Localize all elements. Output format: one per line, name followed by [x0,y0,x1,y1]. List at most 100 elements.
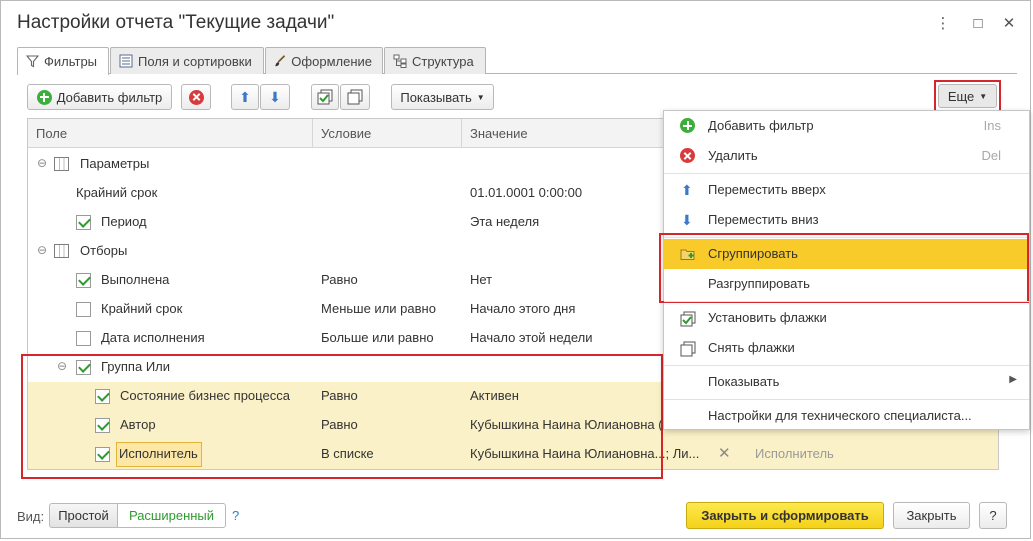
column-header-field[interactable]: Поле [36,126,67,141]
field-condition[interactable]: Больше или равно [321,330,434,345]
column-header-value[interactable]: Значение [470,126,528,141]
menu-item-label: Переместить вверх [708,182,826,197]
field-condition[interactable]: Меньше или равно [321,301,436,316]
or-group-highlight [21,354,663,479]
help-link[interactable]: ? [232,508,239,523]
caret-down-icon: ▼ [979,91,988,101]
menu-item-label: Настройки для технического специалиста..… [708,408,972,423]
menu-item-label: Добавить фильтр [708,118,814,133]
menu-item-delete[interactable]: Удалить Del [664,141,1029,171]
menu-item-label: Переместить вниз [708,212,819,227]
menu-item-move-down[interactable]: ⬇ Переместить вниз [664,205,1029,235]
field-name: Крайний срок [101,301,183,316]
show-dropdown-button[interactable]: Показывать ▼ [391,84,494,110]
close-button[interactable]: Закрыть [893,502,970,529]
delete-button[interactable] [181,84,211,110]
plus-icon [680,118,695,133]
menu-item-label: Удалить [708,148,758,163]
generate-label: Закрыть и сформировать [701,508,869,523]
tab-structure[interactable]: Структура [384,47,486,74]
column-separator [461,119,462,148]
field-value[interactable]: Начало этого дня [470,301,575,316]
tab-label: Поля и сортировки [138,53,252,69]
delete-icon [680,148,695,163]
field-name: Крайний срок [76,185,158,200]
menu-item-check-all[interactable]: Установить флажки [664,303,1029,333]
presentation-placeholder[interactable]: Исполнитель [755,446,834,461]
add-filter-button[interactable]: Добавить фильтр [27,84,172,110]
menu-item-show[interactable]: Показывать ▶ [664,367,1029,397]
menu-separator [664,301,1029,302]
help-button[interactable]: ? [979,502,1007,529]
clear-icon[interactable]: ✕ [718,444,731,462]
row-checkbox[interactable] [76,302,91,317]
tab-filters[interactable]: Фильтры [17,47,109,75]
plus-icon [36,89,52,105]
menu-item-move-up[interactable]: ⬆ Переместить вверх [664,175,1029,205]
uncheck-all-button[interactable] [340,84,370,110]
window-title: Настройки отчета "Текущие задачи" [17,12,335,33]
extended-label: Расширенный [128,508,215,523]
maximize-icon[interactable]: □ [968,14,988,34]
view-label: Вид: [17,509,45,524]
tab-appearance[interactable]: Оформление [265,47,383,74]
caret-down-icon: ▼ [476,92,485,102]
menu-item-uncheck-all[interactable]: Снять флажки [664,333,1029,363]
check-all-icon [680,311,696,327]
arrow-down-icon: ⬇ [269,89,281,105]
field-name: Период [101,214,147,229]
parameters-folder-icon [54,157,69,171]
tab-fields-sorting[interactable]: Поля и сортировки [110,47,264,74]
menu-separator [664,365,1029,366]
field-condition[interactable]: Равно [321,272,358,287]
add-filter-label: Добавить фильтр [56,89,163,105]
close-icon[interactable]: ✕ [999,14,1019,34]
collapse-icon[interactable]: ⊖ [37,156,47,170]
row-checkbox[interactable] [76,273,91,288]
generate-and-close-button[interactable]: Закрыть и сформировать [686,502,884,529]
menu-item-label: Установить флажки [708,310,827,325]
filter-icon [26,55,39,68]
check-all-icon [317,89,333,105]
menu-item-tech-settings[interactable]: Настройки для технического специалиста..… [664,401,1029,431]
menu-separator [664,399,1029,400]
filters-folder-icon [54,244,69,258]
fields-icon [119,54,133,68]
field-name: Отборы [80,243,128,258]
move-up-button[interactable]: ⬆ [231,84,259,110]
question-label: ? [989,508,997,523]
view-simple-button[interactable]: Простой [49,503,118,528]
view-extended-button[interactable]: Расширенный [117,503,226,528]
uncheck-all-icon [680,341,696,357]
column-header-condition[interactable]: Условие [321,126,371,141]
row-checkbox[interactable] [76,215,91,230]
menu-item-add-filter[interactable]: Добавить фильтр Ins [664,111,1029,141]
field-value[interactable]: 01.01.0001 0:00:00 [470,185,582,200]
arrow-up-icon: ⬆ [681,182,693,198]
group-items-highlight [659,233,1029,303]
field-value[interactable]: Начало этой недели [470,330,593,345]
menu-item-label: Снять флажки [708,340,795,355]
submenu-arrow-icon: ▶ [1009,374,1017,385]
structure-icon [393,54,407,68]
menu-item-shortcut: Ins [983,118,1001,133]
field-value[interactable]: Нет [470,272,492,287]
delete-icon [188,89,204,105]
brush-icon [275,55,286,67]
menu-item-label: Показывать [708,374,780,389]
simple-label: Простой [58,508,109,523]
collapse-icon[interactable]: ⊖ [37,243,47,257]
more-button[interactable]: Еще ▼ [938,84,997,108]
check-all-button[interactable] [311,84,339,110]
menu-item-shortcut: Del [981,148,1001,163]
move-down-button[interactable]: ⬇ [260,84,290,110]
field-value[interactable]: Эта неделя [470,214,539,229]
tab-label: Оформление [291,53,372,69]
more-actions-icon[interactable]: ⋮ [933,14,953,34]
column-separator [312,119,313,148]
row-checkbox[interactable] [76,331,91,346]
tab-label: Структура [412,53,474,69]
more-label: Еще [947,88,975,104]
close-label: Закрыть [906,508,957,523]
show-label: Показывать [400,89,472,105]
